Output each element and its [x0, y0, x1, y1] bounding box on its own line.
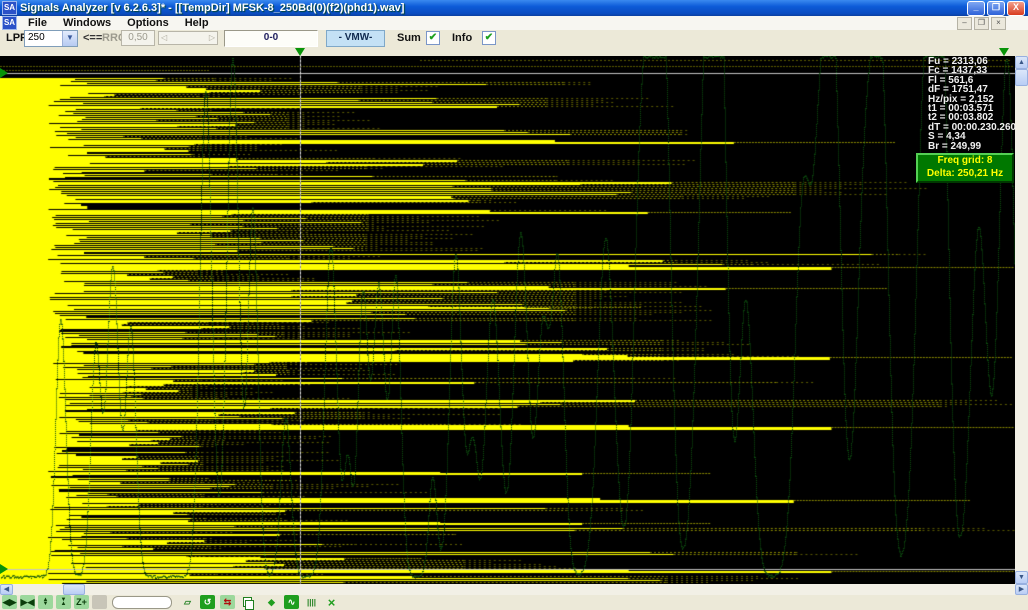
child-restore-button[interactable]: ❐	[974, 17, 989, 30]
diamond-icon[interactable]: ◆	[264, 595, 279, 609]
disabled-button	[92, 595, 107, 609]
undo-icon[interactable]: ↺	[200, 595, 215, 609]
lpf-value: 250	[25, 31, 62, 46]
menu-options[interactable]: Options	[119, 17, 177, 29]
wave-icon[interactable]: ∿	[284, 595, 299, 609]
rrc-slider: ◁▷	[158, 31, 218, 45]
arrow-label: <==	[83, 32, 102, 44]
cursor-marker-icon[interactable]	[295, 48, 305, 56]
menu-file[interactable]: File	[20, 17, 55, 29]
scroll-right-icon[interactable]: ▶	[1015, 584, 1028, 595]
bottom-toolbar: ◀▶▶◀▲▼▼▲Z+ ▱ ↺ ⇆ ◆ ∿ |||| ×	[0, 595, 1028, 610]
expand-vertical-icon[interactable]: ▲▼	[38, 595, 53, 609]
vscroll-thumb[interactable]	[1015, 69, 1028, 86]
delete-icon[interactable]: ×	[324, 595, 339, 609]
freq-grid-label: Freq grid: 8	[918, 155, 1012, 168]
child-close-button[interactable]: ×	[991, 17, 1006, 30]
title-bar: SA Signals Analyzer [v 6.2.6.3]* - [[Tem…	[0, 0, 1028, 16]
menu-bar: SA FileWindowsOptionsHelp – ❐ ×	[0, 16, 1028, 31]
sum-checkbox[interactable]: ✔	[426, 31, 440, 45]
hscroll-thumb[interactable]	[63, 584, 85, 595]
upper-ref-marker-icon[interactable]	[0, 68, 8, 78]
document-icon: SA	[2, 16, 17, 30]
rrc-input: 0,50	[121, 30, 155, 46]
expand-horizontal-icon[interactable]: ◀▶	[2, 595, 17, 609]
scroll-up-icon[interactable]: ▲	[1015, 56, 1028, 69]
info-label: Info	[452, 32, 472, 44]
comb-icon[interactable]: ||||	[304, 595, 319, 609]
freq-grid-box: Freq grid: 8 Delta: 250,21 Hz	[916, 153, 1014, 183]
scroll-left-icon[interactable]: ◀	[0, 584, 13, 595]
lpf-combobox[interactable]: 250 ▼	[24, 30, 78, 47]
copy-icon[interactable]	[240, 595, 255, 609]
vmw-button[interactable]: - VMW-	[326, 30, 385, 47]
measurement-info-panel: Fu = 2313,06Fc = 1437,33Fl = 561,6dF = 1…	[928, 57, 1016, 151]
spectrum-waveform-canvas[interactable]	[0, 56, 1015, 584]
restore-button[interactable]: ❐	[987, 1, 1005, 16]
sum-label: Sum	[397, 32, 421, 44]
right-marker-icon[interactable]	[999, 48, 1009, 56]
trapezoid-icon[interactable]: ▱	[180, 595, 195, 609]
collapse-horizontal-icon[interactable]: ▶◀	[20, 595, 35, 609]
chevron-down-icon[interactable]: ▼	[62, 31, 77, 46]
app-icon: SA	[2, 1, 17, 15]
compress-vertical-icon[interactable]: ▼▲	[56, 595, 71, 609]
lower-ref-marker-icon[interactable]	[0, 564, 8, 574]
freq-delta-label: Delta: 250,21 Hz	[918, 168, 1012, 181]
info-checkbox[interactable]: ✔	[482, 31, 496, 45]
range-display: 0-0	[224, 30, 318, 47]
horizontal-scrollbar[interactable]: ◀ ▶	[0, 584, 1028, 595]
menu-windows[interactable]: Windows	[55, 17, 119, 29]
signal-display: Fu = 2313,06Fc = 1437,33Fl = 561,6dF = 1…	[0, 56, 1015, 584]
export-icon[interactable]: ⇆	[220, 595, 235, 609]
marker-strip	[0, 47, 1028, 56]
application-window: SA Signals Analyzer [v 6.2.6.3]* - [[Tem…	[0, 0, 1028, 610]
toolbar: LPF 250 ▼ <== RRC 0,50 ◁▷ 0-0 - VMW- Sum…	[0, 30, 1028, 47]
minimize-button[interactable]: _	[967, 1, 985, 16]
zoom-plus-icon[interactable]: Z+	[74, 595, 89, 609]
info-line: Br = 249,99	[928, 142, 1016, 151]
marker-field[interactable]	[112, 596, 172, 609]
menu-help[interactable]: Help	[177, 17, 217, 29]
scroll-down-icon[interactable]: ▼	[1015, 571, 1028, 584]
child-minimize-button[interactable]: –	[957, 17, 972, 30]
vertical-scrollbar[interactable]: ▲ ▼	[1015, 56, 1028, 584]
close-button[interactable]: X	[1007, 1, 1025, 16]
window-title: Signals Analyzer [v 6.2.6.3]* - [[TempDi…	[20, 2, 404, 14]
